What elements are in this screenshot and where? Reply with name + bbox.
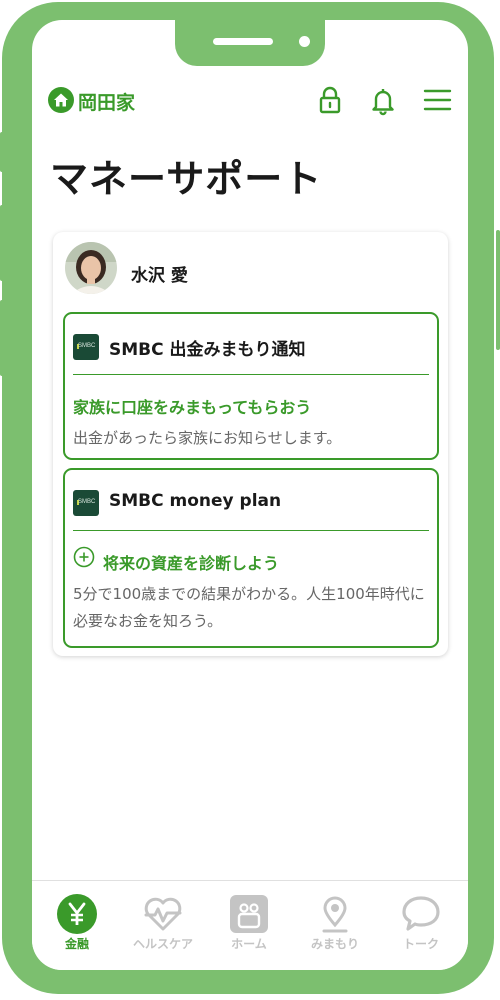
plus-circle-icon[interactable]	[73, 546, 95, 568]
service-description: 出金があったら家族にお知らせします。	[73, 429, 342, 447]
speaker-grille	[213, 38, 273, 45]
location-pin-icon	[314, 893, 356, 935]
person-name: 水沢 愛	[131, 266, 188, 286]
page-title: マネーサポート	[50, 157, 323, 201]
nav-item-healthcare[interactable]: ヘルスケア	[123, 893, 203, 963]
menu-icon[interactable]	[421, 84, 453, 116]
phone-side-button	[0, 132, 4, 172]
service-title: SMBC 出金みまもり通知	[109, 340, 306, 360]
service-card-withdrawal-alert[interactable]: SMBC SMBC 出金みまもり通知 家族に口座をみまもってもらおう 出金があっ…	[63, 312, 439, 460]
nav-label: 金融	[64, 937, 89, 951]
yen-icon	[56, 893, 98, 935]
nav-label: ヘルスケア	[132, 937, 193, 951]
bottom-nav: 金融 ヘルスケア ホーム みまもり トーク	[32, 880, 468, 970]
phone-side-button	[496, 230, 500, 350]
family-name[interactable]: 岡田家	[78, 88, 135, 115]
nav-item-finance[interactable]: 金融	[37, 893, 117, 963]
nav-item-home[interactable]: ホーム	[209, 893, 289, 963]
nav-label: ホーム	[231, 937, 267, 951]
smbc-logo-icon: SMBC	[73, 334, 99, 360]
app-screen: 岡田家 マネーサポート 水沢 愛 SMBC SMBC 出金みまもり通知 家族に口…	[32, 20, 468, 970]
money-support-card: 水沢 愛 SMBC SMBC 出金みまもり通知 家族に口座をみまもってもらおう …	[53, 232, 448, 656]
nav-label: みまもり	[310, 937, 359, 951]
phone-side-button	[0, 300, 4, 376]
service-description: 5分で100歳までの結果がわかる。人生100年時代に必要なお金を知ろう。	[73, 585, 425, 630]
heart-pulse-icon	[142, 893, 184, 935]
divider	[73, 374, 429, 375]
avatar[interactable]	[65, 242, 117, 294]
home-app-icon	[228, 893, 270, 935]
service-card-money-plan[interactable]: SMBC SMBC money plan 将来の資産を診断しよう 5分で100歳…	[63, 468, 439, 648]
nav-item-watch[interactable]: みまもり	[295, 893, 375, 963]
service-link[interactable]: 家族に口座をみまもってもらおう	[73, 394, 311, 418]
phone-notch	[175, 20, 325, 66]
nav-item-talk[interactable]: トーク	[381, 893, 461, 963]
bell-icon[interactable]	[367, 84, 399, 116]
service-link[interactable]: 将来の資産を診断しよう	[103, 550, 279, 574]
app-header: 岡田家	[32, 82, 468, 118]
nav-label: トーク	[402, 937, 439, 951]
front-camera	[299, 36, 310, 47]
divider	[73, 530, 429, 531]
smbc-logo-icon: SMBC	[73, 490, 99, 516]
service-title: SMBC money plan	[109, 491, 282, 511]
home-icon[interactable]	[48, 87, 74, 113]
chat-bubble-icon	[400, 893, 442, 935]
phone-side-button	[0, 205, 4, 281]
lock-icon[interactable]	[314, 84, 346, 116]
